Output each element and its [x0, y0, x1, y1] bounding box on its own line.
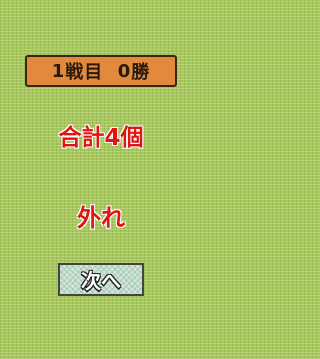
battle-label: 戦目	[65, 62, 104, 83]
win-count: 0	[117, 60, 132, 82]
outcome-text: 外れ	[77, 204, 125, 232]
win-label: 勝	[131, 62, 151, 83]
banner-spacer	[103, 61, 118, 82]
battle-count: 1	[51, 60, 66, 82]
next-button[interactable]: 次へ	[58, 263, 144, 296]
game-screen: { "score": { "battle_count": "1", "battl…	[0, 0, 202, 359]
score-banner: 1 戦目 0 勝	[25, 55, 177, 87]
total-count-text: 合計4個	[58, 125, 144, 151]
next-button-label: 次へ	[81, 269, 121, 293]
